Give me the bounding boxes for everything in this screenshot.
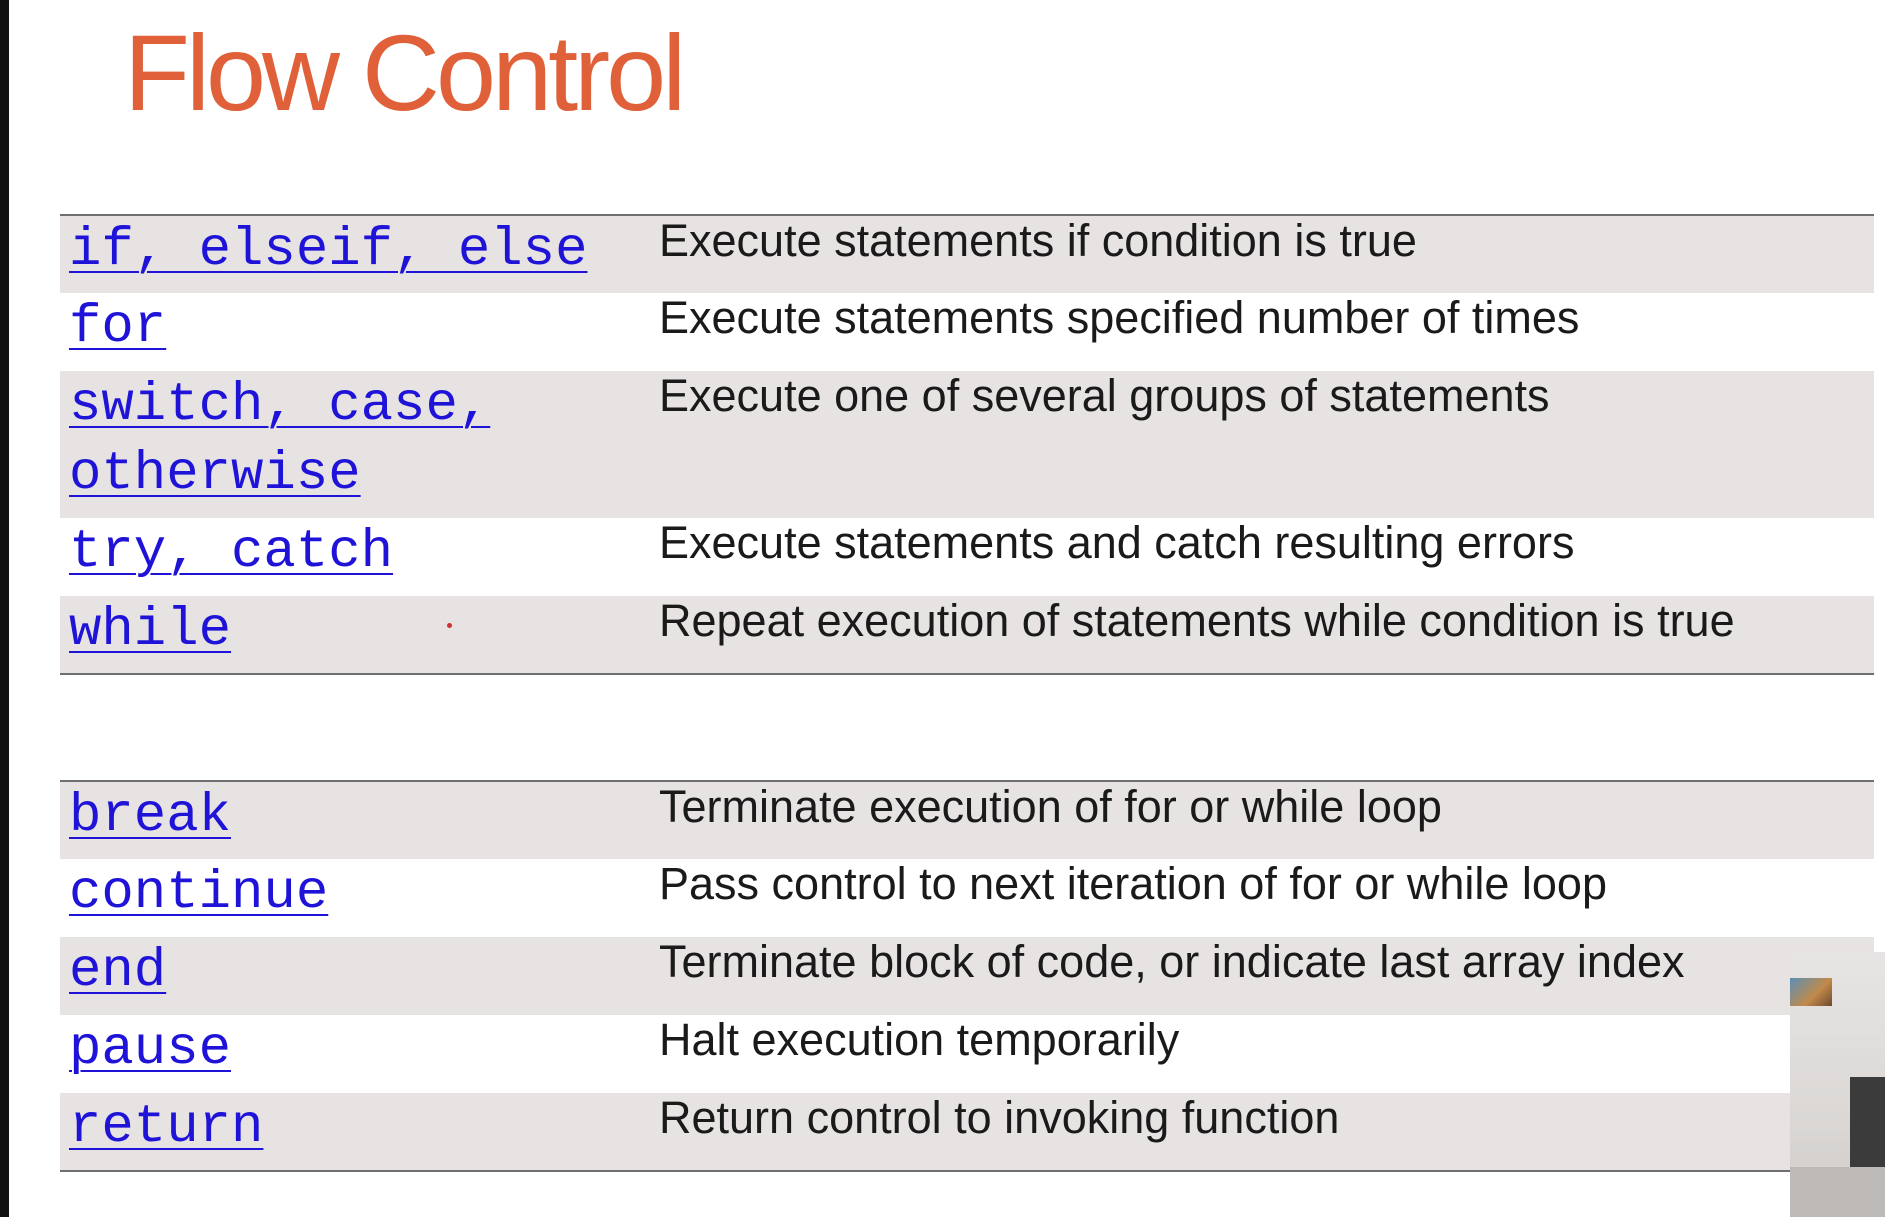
background-object <box>1850 1077 1885 1172</box>
keyword-description: Pass control to next iteration of for or… <box>659 858 1607 909</box>
keyword-description: Execute one of several groups of stateme… <box>659 370 1550 421</box>
pointer-dot <box>447 623 452 628</box>
keyword-description: Terminate block of code, or indicate las… <box>659 936 1685 987</box>
keyword-link-switch-case-otherwise[interactable]: switch, case, otherwise <box>69 375 490 505</box>
keyword-link-for[interactable]: for <box>69 297 166 358</box>
keyword-link-while[interactable]: while <box>69 600 231 661</box>
table-row: return Return control to invoking functi… <box>60 1092 1874 1171</box>
background-surface <box>1790 1167 1885 1217</box>
control-flow-table: if, elseif, else Execute statements if c… <box>60 214 1874 675</box>
table-row: switch, case, otherwise Execute one of se… <box>60 370 1874 518</box>
slide-title: Flow Control <box>124 12 686 133</box>
keyword-link-return[interactable]: return <box>69 1097 263 1158</box>
keyword-description: Terminate execution of for or while loop <box>659 781 1442 832</box>
keyword-description: Execute statements if condition is true <box>659 215 1417 266</box>
keyword-description: Execute statements specified number of t… <box>659 292 1580 343</box>
keyword-link-break[interactable]: break <box>69 786 231 847</box>
webcam-overlay <box>1790 952 1885 1217</box>
keyword-description: Execute statements and catch resulting e… <box>659 517 1575 568</box>
table-row: while Repeat execution of statements whi… <box>60 595 1874 674</box>
left-edge-bar <box>0 0 9 1217</box>
keyword-link-continue[interactable]: continue <box>69 863 328 924</box>
keyword-link-try-catch[interactable]: try, catch <box>69 522 393 583</box>
keyword-description: Halt execution temporarily <box>659 1014 1180 1065</box>
loop-control-table: break Terminate execution of for or whil… <box>60 780 1874 1172</box>
wall-picture <box>1790 978 1832 1006</box>
keyword-link-pause[interactable]: pause <box>69 1019 231 1080</box>
keyword-link-if-elseif-else[interactable]: if, elseif, else <box>69 220 587 281</box>
keyword-link-end[interactable]: end <box>69 941 166 1002</box>
keyword-description: Return control to invoking function <box>659 1092 1340 1143</box>
keyword-description: Repeat execution of statements while con… <box>659 595 1735 646</box>
